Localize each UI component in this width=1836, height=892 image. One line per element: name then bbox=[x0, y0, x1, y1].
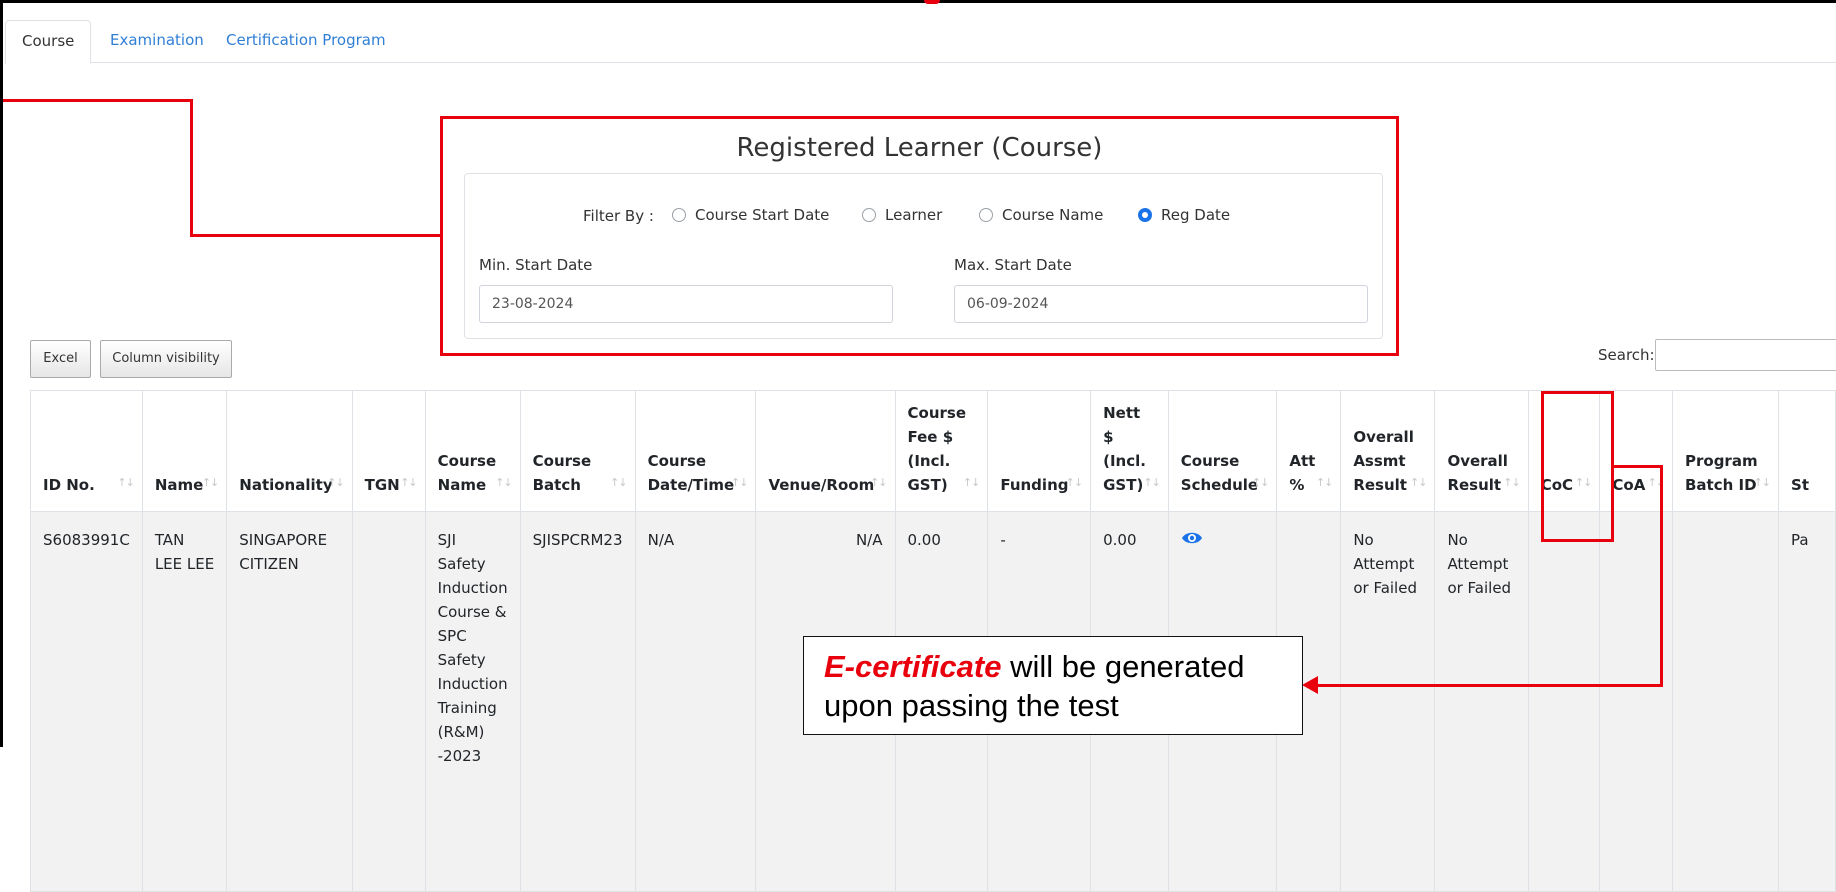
tab-bar: Course Examination Certification Program bbox=[5, 18, 1836, 64]
column-header-course-batch[interactable]: Course Batch ↑↓ bbox=[519, 390, 636, 512]
search-input[interactable] bbox=[1655, 339, 1836, 371]
column-header-venue-room[interactable]: Venue/Room ↑↓ bbox=[755, 390, 896, 512]
sort-icon[interactable]: ↑↓ bbox=[731, 471, 748, 495]
column-header-nett[interactable]: Nett $ (Incl. GST) ↑↓ bbox=[1090, 390, 1169, 512]
eye-icon[interactable] bbox=[1181, 531, 1203, 545]
tab-examination[interactable]: Examination bbox=[94, 20, 220, 60]
sort-icon[interactable]: ↑↓ bbox=[202, 471, 219, 495]
radio-course-start-date[interactable]: Course Start Date bbox=[672, 206, 829, 224]
cell-status: Pa bbox=[1778, 511, 1836, 892]
radio-course-name[interactable]: Course Name bbox=[979, 206, 1103, 224]
min-start-date-input[interactable]: 23-08-2024 bbox=[479, 285, 893, 323]
annotation-line bbox=[3, 99, 193, 102]
cell-tgn bbox=[351, 511, 426, 892]
column-header-att[interactable]: Att % ↑↓ bbox=[1276, 390, 1342, 512]
max-start-date-input[interactable]: 06-09-2024 bbox=[954, 285, 1368, 323]
sort-icon[interactable]: ↑↓ bbox=[400, 471, 417, 495]
column-header-name[interactable]: Name ↑↓ bbox=[141, 390, 228, 512]
annotation-line bbox=[190, 99, 193, 237]
cell-course-name: SJI Safety Induction Course & SPC Safety… bbox=[424, 511, 521, 892]
sort-icon[interactable]: ↑↓ bbox=[1316, 471, 1333, 495]
column-header-overall-assmt-result[interactable]: Overall Assmt Result ↑↓ bbox=[1340, 390, 1436, 512]
sort-icon[interactable]: ↑↓ bbox=[963, 471, 980, 495]
annotation-mark bbox=[924, 0, 940, 4]
sort-icon[interactable]: ↑↓ bbox=[1252, 471, 1269, 495]
tab-course[interactable]: Course bbox=[5, 20, 92, 64]
cell-course-date-time: N/A bbox=[634, 511, 757, 892]
radio-reg-date[interactable]: Reg Date bbox=[1138, 206, 1230, 224]
sort-icon[interactable]: ↑↓ bbox=[870, 471, 887, 495]
column-header-status[interactable]: St bbox=[1778, 390, 1836, 512]
cell-overall-result: No Attempt or Failed bbox=[1434, 511, 1529, 892]
column-header-course-date-time[interactable]: Course Date/Time ↑↓ bbox=[634, 390, 757, 512]
sort-icon[interactable]: ↑↓ bbox=[610, 471, 627, 495]
radio-label: Learner bbox=[885, 206, 943, 224]
arrow-icon bbox=[1302, 676, 1318, 694]
cell-course-batch: SJISPCRM23 bbox=[519, 511, 636, 892]
search-label: Search: bbox=[1598, 346, 1655, 364]
radio-label: Course Name bbox=[1002, 206, 1104, 224]
column-header-id[interactable]: ID No. ↑↓ bbox=[30, 390, 143, 512]
column-header-tgn[interactable]: TGN ↑↓ bbox=[351, 390, 426, 512]
column-header-funding[interactable]: Funding ↑↓ bbox=[987, 390, 1092, 512]
annotation-line bbox=[1660, 465, 1663, 687]
annotation-line bbox=[190, 234, 442, 237]
column-header-overall-result[interactable]: Overall Result ↑↓ bbox=[1434, 390, 1529, 512]
column-header-program-batch-id[interactable]: Program Batch ID ↑↓ bbox=[1671, 390, 1780, 512]
filter-by-label: Filter By : bbox=[583, 207, 654, 225]
annotation-line bbox=[1612, 465, 1663, 468]
radio-button-icon[interactable] bbox=[672, 208, 686, 222]
cell-program-batch-id bbox=[1671, 511, 1780, 892]
radio-label: Course Start Date bbox=[695, 206, 830, 224]
tab-certification-program[interactable]: Certification Program bbox=[210, 20, 402, 60]
column-visibility-button[interactable]: Column visibility bbox=[100, 340, 232, 378]
max-start-date-label: Max. Start Date bbox=[954, 256, 1072, 274]
column-header-nationality[interactable]: Nationality ↑↓ bbox=[226, 390, 353, 512]
column-header-course-fee[interactable]: Course Fee $ (Incl. GST) ↑↓ bbox=[894, 390, 989, 512]
cell-id: S6083991C bbox=[30, 511, 143, 892]
radio-button-icon[interactable] bbox=[862, 208, 876, 222]
sort-icon[interactable]: ↑↓ bbox=[117, 471, 134, 495]
cell-overall-assmt-result: No Attempt or Failed bbox=[1340, 511, 1436, 892]
annotation-line bbox=[1315, 684, 1663, 687]
sort-icon[interactable]: ↑↓ bbox=[1143, 471, 1160, 495]
radio-button-icon[interactable] bbox=[979, 208, 993, 222]
sort-icon[interactable]: ↑↓ bbox=[1503, 471, 1520, 495]
cell-nationality: SINGAPORE CITIZEN bbox=[226, 511, 353, 892]
radio-label: Reg Date bbox=[1161, 206, 1231, 224]
column-header-course-name[interactable]: Course Name ↑↓ bbox=[424, 390, 521, 512]
callout-emphasis: E-certificate bbox=[824, 649, 1002, 684]
page-title: Registered Learner (Course) bbox=[736, 133, 1103, 163]
sort-icon[interactable]: ↑↓ bbox=[327, 471, 344, 495]
cell-coc bbox=[1527, 511, 1601, 892]
sort-icon[interactable]: ↑↓ bbox=[1410, 471, 1427, 495]
min-start-date-label: Min. Start Date bbox=[479, 256, 593, 274]
coc-highlight-box bbox=[1541, 391, 1614, 542]
column-header-course-schedule[interactable]: Course Schedule ↑↓ bbox=[1167, 390, 1278, 512]
annotation-callout: E-certificate will be generated upon pas… bbox=[803, 636, 1303, 735]
excel-button[interactable]: Excel bbox=[30, 340, 91, 378]
cell-name: TAN LEE LEE bbox=[141, 511, 228, 892]
radio-learner[interactable]: Learner bbox=[862, 206, 942, 224]
radio-button-selected-icon[interactable] bbox=[1138, 208, 1152, 222]
sort-icon[interactable]: ↑↓ bbox=[1754, 471, 1771, 495]
sort-icon[interactable]: ↑↓ bbox=[495, 471, 512, 495]
sort-icon[interactable]: ↑↓ bbox=[1066, 471, 1083, 495]
